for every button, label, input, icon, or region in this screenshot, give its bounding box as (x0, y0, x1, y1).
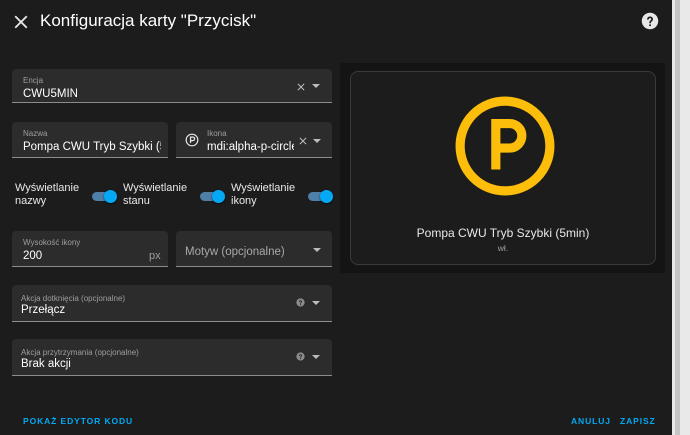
toggle-show-state: Wyświetlanie stanu (123, 182, 228, 214)
theme-select[interactable]: Motyw (opcjonalne) (176, 231, 332, 267)
scrollbar-thumb[interactable] (675, 0, 680, 435)
icon-height-value: 200 (23, 250, 43, 262)
icon-field[interactable]: Ikona mdi:alpha-p-circle-outline (176, 122, 332, 158)
close-icon[interactable] (10, 11, 32, 33)
dialog-title: Konfiguracja karty "Przycisk" (40, 11, 257, 30)
toggle-show-state-label: Wyświetlanie stanu (123, 182, 187, 208)
show-code-editor-button[interactable]: POKAŻ EDYTOR KODU (23, 416, 133, 426)
dropdown-arrow-icon[interactable] (313, 248, 321, 252)
toggle-show-name-label: Wyświetlanie nazwy (15, 182, 79, 208)
toggle-label-line1: Wyświetlanie (231, 182, 296, 194)
icon-height-field[interactable]: Wysokość ikony 200 px (12, 231, 168, 267)
entity-field-label: Encja (23, 76, 44, 85)
help-circle-icon[interactable] (296, 298, 305, 307)
tap-action-value: Przełącz (21, 304, 66, 316)
cancel-button[interactable]: ANULUJ (571, 416, 611, 426)
toggle-label-line1: Wyświetlanie (123, 182, 188, 194)
switch-thumb (212, 190, 225, 203)
dropdown-arrow-icon[interactable] (312, 355, 320, 359)
icon-height-label: Wysokość ikony (23, 238, 81, 247)
toggle-show-icon-label: Wyświetlanie ikony (231, 182, 295, 208)
clear-icon[interactable] (295, 81, 307, 93)
show-icon-switch[interactable] (308, 187, 334, 205)
hold-action-label: Akcja przytrzymania (opcjonalne) (21, 348, 139, 357)
tap-action-label: Akcja dotknięcia (opcjonalne) (21, 294, 126, 303)
switch-thumb (320, 190, 333, 203)
preview-entity-name: Pompa CWU Tryb Szybki (5min) (416, 226, 590, 240)
clear-icon[interactable] (297, 135, 309, 147)
toggle-label-line1: Wyświetlanie (15, 182, 80, 194)
show-name-switch[interactable] (92, 187, 118, 205)
dropdown-arrow-icon[interactable] (313, 139, 321, 143)
show-state-switch[interactable] (200, 187, 226, 205)
toggle-label-line2: nazwy (15, 195, 47, 207)
alpha-p-circle-outline-icon (185, 133, 199, 147)
name-field-label: Nazwa (23, 129, 48, 138)
icon-height-unit: px (149, 250, 161, 262)
save-button[interactable]: ZAPISZ (620, 416, 656, 426)
help-circle-icon[interactable] (641, 12, 659, 30)
alpha-p-circle-outline-icon (455, 96, 555, 196)
icon-field-label: Ikona (207, 129, 227, 138)
tap-action-select[interactable]: Akcja dotknięcia (opcjonalne) Przełącz (12, 285, 332, 322)
icon-field-value: mdi:alpha-p-circle-outline (207, 141, 294, 153)
toggle-show-name: Wyświetlanie nazwy (15, 182, 120, 214)
theme-select-placeholder: Motyw (opcjonalne) (185, 246, 285, 258)
entity-field[interactable]: Encja CWU5MIN (12, 69, 332, 103)
dropdown-arrow-icon[interactable] (312, 301, 320, 305)
card-config-dialog: Konfiguracja karty "Przycisk" Encja CWU5… (0, 0, 672, 435)
dialog-header: Konfiguracja karty "Przycisk" (0, 0, 672, 44)
name-field[interactable]: Nazwa Pompa CWU Tryb Szybki (5min) (12, 122, 168, 158)
toggle-label-line2: stanu (123, 195, 150, 207)
help-circle-icon[interactable] (296, 352, 305, 361)
name-field-value: Pompa CWU Tryb Szybki (5min) (23, 141, 161, 153)
toggle-show-icon: Wyświetlanie ikony (231, 182, 336, 214)
switch-thumb (104, 190, 117, 203)
hold-action-select[interactable]: Akcja przytrzymania (opcjonalne) Brak ak… (12, 339, 332, 376)
toggle-label-line2: ikony (231, 195, 257, 207)
button-card-preview[interactable]: Pompa CWU Tryb Szybki (5min) wł. (350, 71, 656, 265)
hold-action-value: Brak akcji (21, 358, 71, 370)
entity-field-value: CWU5MIN (23, 88, 78, 100)
dropdown-arrow-icon[interactable] (312, 84, 320, 88)
preview-entity-state: wł. (497, 243, 509, 253)
